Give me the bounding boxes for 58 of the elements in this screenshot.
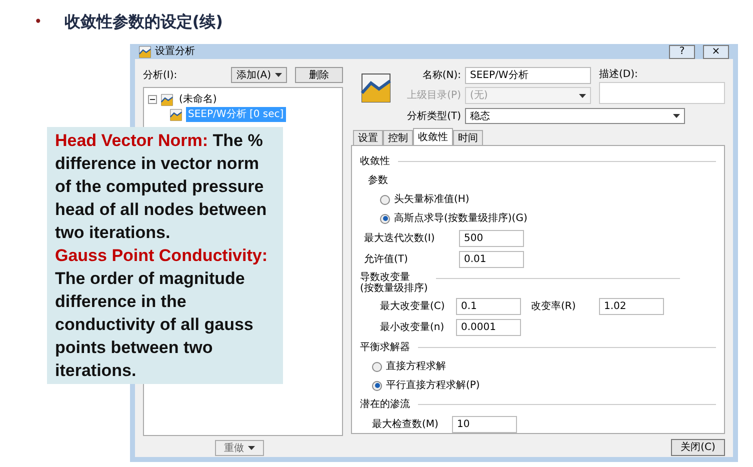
description-field[interactable] <box>599 82 725 104</box>
input-field[interactable]: 500 <box>459 230 524 247</box>
caret-icon <box>248 446 255 450</box>
analysis-label: 分析(I): <box>143 68 178 83</box>
radio-label: 平行直接方程求解(P) <box>386 378 480 393</box>
radio-button[interactable] <box>372 380 382 390</box>
delete-button[interactable]: 删除 <box>295 67 343 83</box>
add-button[interactable]: 添加(A) <box>231 67 287 83</box>
bullet: • <box>34 12 42 32</box>
input-field[interactable]: 0.1 <box>456 298 521 315</box>
terrain-icon <box>361 73 391 103</box>
input-field[interactable]: 1.02 <box>599 298 664 315</box>
slide-title: 收敛性参数的设定(续) <box>64 11 223 33</box>
group-heading: (按数量级排序) <box>360 283 428 294</box>
radio-button[interactable] <box>372 362 382 372</box>
field-label: 名称(N): <box>421 69 462 83</box>
radio-label: 头矢量标准值(H) <box>394 192 470 207</box>
tab[interactable]: 时间 <box>453 130 483 145</box>
help-button[interactable]: ? <box>669 44 695 58</box>
input-field[interactable]: 0.01 <box>459 251 524 268</box>
caret-icon <box>673 114 680 118</box>
input-field[interactable]: 10 <box>452 416 517 433</box>
terrain-icon <box>161 94 173 106</box>
analysis-type-dropdown[interactable]: 稳态 <box>465 108 685 124</box>
caret-icon <box>579 94 586 98</box>
window-title: 设置分析 <box>155 44 196 59</box>
group-heading: 参数 <box>367 174 389 188</box>
tab[interactable]: 设置 <box>353 130 383 145</box>
group-heading: 潜在的渗流 <box>360 398 410 412</box>
radio-label: 高斯点求导(按数量级排序)(G) <box>394 212 528 226</box>
field-label: 最大迭代次数(I) <box>364 232 436 246</box>
field-label: 改变率(R) <box>531 300 577 314</box>
close-button[interactable]: × <box>703 44 729 58</box>
field-label: 分析类型(T) <box>406 110 462 124</box>
callout-text: Gauss Point Conductivity: The order of magnitude difference in the conductivity of all gauss points between two iterations. <box>55 245 269 382</box>
group-heading: 平衡求解器 <box>360 340 410 355</box>
name-field[interactable]: SEEP/W分析 <box>465 67 591 84</box>
field-label: 允许值(T) <box>364 252 409 267</box>
radio-button[interactable] <box>380 194 390 204</box>
field-label: 上级目录(P) <box>406 88 462 103</box>
close-dialog-button[interactable]: 关闭(C) <box>671 438 725 456</box>
terrain-icon <box>170 108 182 120</box>
field-label: 最大检查数(M) <box>372 418 440 432</box>
radio-button[interactable] <box>380 214 390 224</box>
collapse-toggle-icon[interactable] <box>148 95 157 104</box>
input-field[interactable]: 0.0001 <box>456 319 521 336</box>
redo-button[interactable]: 重做 <box>215 440 264 456</box>
field-label: 描述(D): <box>599 68 639 82</box>
group-heading: 导数改变量 <box>360 272 410 283</box>
caret-icon <box>275 73 282 77</box>
tab[interactable]: 控制 <box>383 130 413 145</box>
field-label: 最小改变量(n) <box>380 320 446 335</box>
tab[interactable]: 收敛性 <box>413 128 453 145</box>
group-heading: 收敛性 <box>360 154 390 169</box>
radio-label: 直接方程求解 <box>386 360 446 374</box>
tree-item[interactable]: (未命名) <box>177 92 219 107</box>
callout-text: Head Vector Norm: The % difference in vector norm of the computed pressure head of all nodes between two iterations. <box>55 130 268 244</box>
field-label: 最大改变量(C) <box>380 300 446 314</box>
